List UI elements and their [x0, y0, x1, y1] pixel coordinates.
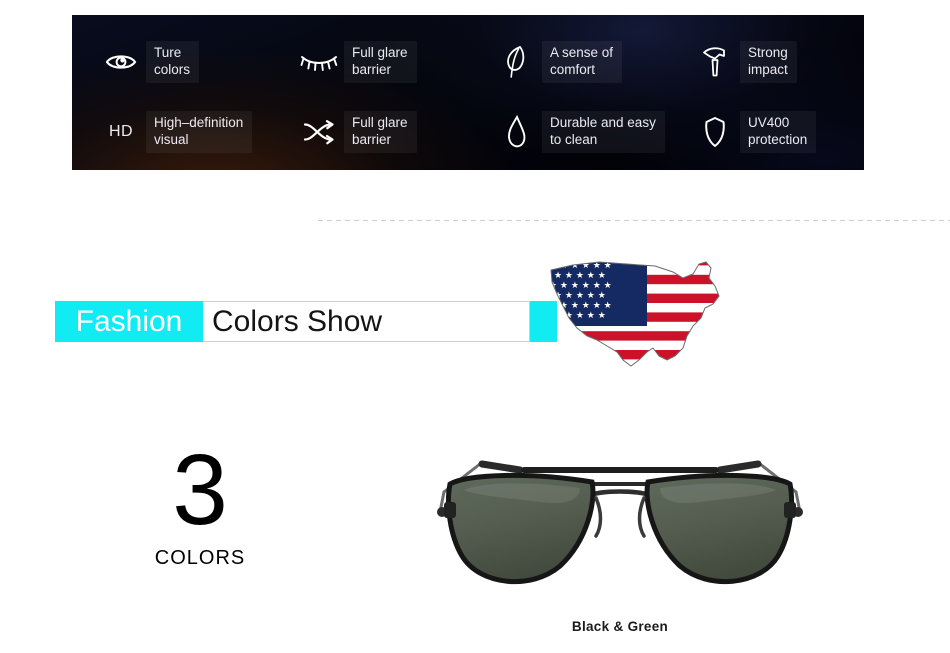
feature-label: A sense of comfort — [542, 41, 623, 83]
feature-item-uv400-protection: UV400 protection — [666, 104, 864, 160]
colors-count-block: 3 COLORS — [130, 440, 270, 569]
feature-label: Durable and easy to clean — [542, 111, 665, 153]
svg-text:★ ★ ★ ★ ★: ★ ★ ★ ★ ★ — [554, 311, 606, 321]
feature-label: Ture colors — [146, 41, 200, 83]
feature-item-full-glare-barrier-top: Full glare barrier — [270, 34, 468, 90]
product-showcase: Black & Green — [420, 440, 820, 634]
feature-item-true-colors: Ture colors — [72, 34, 270, 90]
feature-item-sense-of-comfort: A sense of comfort — [468, 34, 666, 90]
shuffle-icon — [296, 119, 342, 145]
feature-label: High–definition visual — [146, 111, 253, 153]
feature-item-full-glare-barrier-bottom: Full glare barrier — [270, 104, 468, 160]
aviator-sunglasses-image — [437, 460, 803, 585]
colors-count-label: COLORS — [154, 547, 246, 569]
title-plain-block: Colors Show — [203, 301, 530, 342]
feature-row-top: Ture colors Full glare barrier A sense o… — [72, 34, 864, 90]
title-highlight-block: Fashion — [55, 301, 203, 342]
title-plain-word: Colors Show — [212, 304, 383, 338]
feature-row-bottom: HD High–definition visual Full glare bar… — [72, 104, 864, 160]
feature-banner: Ture colors Full glare barrier A sense o… — [72, 15, 864, 170]
feature-item-strong-impact: Strong impact — [666, 34, 864, 90]
feature-item-durable-easy-clean: Durable and easy to clean — [468, 104, 666, 160]
svg-text:★ ★ ★ ★ ★ ★: ★ ★ ★ ★ ★ ★ — [549, 301, 612, 311]
feature-label: Strong impact — [740, 41, 797, 83]
feature-label: UV400 protection — [740, 111, 817, 153]
svg-text:★ ★ ★ ★ ★: ★ ★ ★ ★ ★ — [554, 271, 606, 281]
eye-icon — [98, 51, 144, 73]
section-divider — [318, 220, 950, 221]
shield-icon — [692, 116, 738, 148]
usa-flag-map-icon: ★ ★ ★ ★ ★ ★ ★ ★ ★ ★ ★ ★ ★ ★ ★ ★ ★ ★ ★ ★ … — [543, 256, 733, 378]
feature-label: Full glare barrier — [344, 111, 417, 153]
eyelash-icon — [296, 51, 342, 73]
feature-item-high-definition-visual: HD High–definition visual — [72, 104, 270, 160]
feature-label: Full glare barrier — [344, 41, 417, 83]
svg-text:★ ★ ★ ★ ★: ★ ★ ★ ★ ★ — [554, 291, 606, 301]
colors-count-number: 3 — [172, 434, 228, 546]
product-caption: Black & Green — [571, 619, 669, 634]
feather-icon — [494, 45, 540, 79]
hd-text-icon: HD — [108, 123, 134, 140]
svg-text:★ ★ ★ ★ ★ ★: ★ ★ ★ ★ ★ ★ — [549, 281, 612, 291]
title-highlight-word: Fashion — [75, 304, 183, 338]
waterdrop-icon — [494, 115, 540, 149]
hammer-icon — [692, 45, 738, 79]
